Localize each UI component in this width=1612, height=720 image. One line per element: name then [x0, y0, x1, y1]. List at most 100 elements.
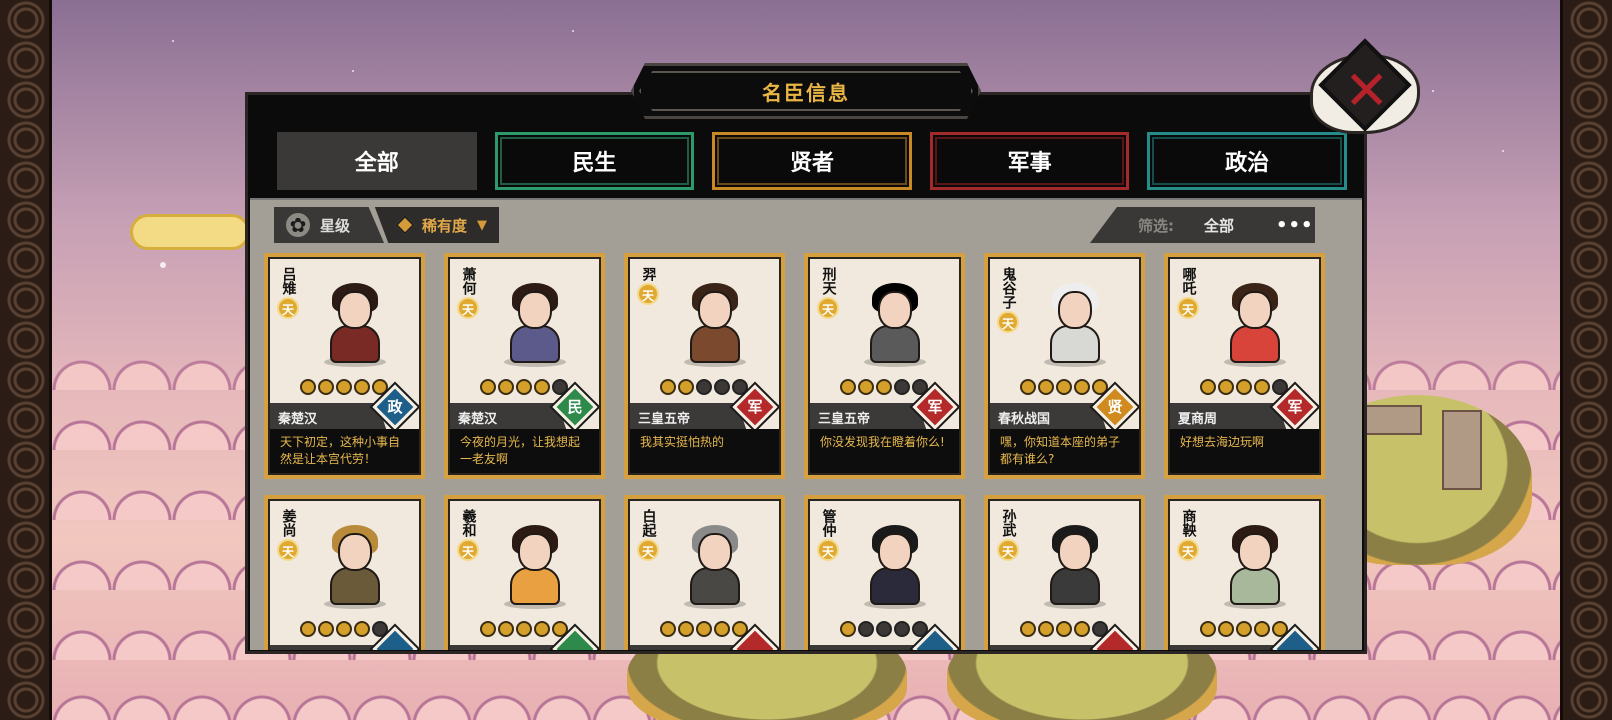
rating-star-icon	[318, 379, 334, 395]
sort-by-rarity-button[interactable]: 稀有度 ▼	[374, 207, 500, 243]
tier-badge: 天	[817, 539, 839, 561]
card-face: 管仲 天	[808, 499, 961, 650]
minister-name-text: 鬼谷子	[1000, 267, 1017, 309]
category-badge-text: 民	[567, 398, 583, 416]
star-sparkle	[172, 40, 174, 42]
minister-name-text: 刑天	[820, 267, 837, 295]
minister-name: 羲和 天	[457, 509, 479, 561]
minister-card[interactable]: 刑天 天 三皇五帝 军 你没发现我在瞪着你么!	[804, 253, 965, 479]
tab-livelihood[interactable]: 民生	[494, 132, 695, 190]
minister-portrait	[314, 273, 396, 367]
close-icon[interactable]: ✕	[1344, 64, 1389, 118]
minister-card[interactable]: 吕雉 天 秦楚汉 政 天下初定，这种小事自然是让本宫代劳！	[264, 253, 425, 479]
rating-star-icon	[1236, 379, 1252, 395]
rating-star-icon	[1254, 621, 1270, 637]
rating-star-icon	[300, 379, 316, 395]
rating-star-icon	[876, 379, 892, 395]
portrait-body	[1050, 325, 1100, 363]
sort-bar: ✿ 星级 稀有度 ▼	[274, 207, 500, 243]
minister-name-text: 孙武	[1000, 509, 1017, 537]
more-options-icon[interactable]: •••	[1276, 215, 1314, 236]
portrait-body	[690, 567, 740, 605]
category-badge-text	[562, 636, 588, 650]
close-button[interactable]: ✕	[1310, 38, 1428, 144]
tab-military[interactable]: 军事	[929, 132, 1130, 190]
rating-star-icon	[696, 621, 712, 637]
rating-star-icon	[714, 379, 730, 395]
minister-name: 姜尚 天	[277, 509, 299, 561]
minister-card[interactable]: 管仲 天	[804, 495, 965, 650]
star-rating	[1020, 621, 1108, 637]
category-badge-text	[1102, 636, 1128, 650]
minister-card[interactable]: 羲和 天	[444, 495, 605, 650]
rating-star-icon	[678, 621, 694, 637]
star-sparkle	[572, 30, 574, 32]
rating-star-icon	[336, 379, 352, 395]
filter-label: 筛选:	[1138, 216, 1174, 235]
tab-all[interactable]: 全部	[277, 132, 477, 190]
minister-card[interactable]: 孙武 天	[984, 495, 1145, 650]
panel-title: 名臣信息	[762, 80, 850, 105]
card-face: 羿 天 三皇五帝 军 我其实挺怕热的	[628, 257, 781, 475]
card-face: 萧何 天 秦楚汉 民 今夜的月光，让我想起一老友啊	[448, 257, 601, 475]
golden-cloud	[130, 214, 250, 250]
portrait-head	[518, 291, 552, 329]
rating-star-icon	[1056, 379, 1072, 395]
caret-down-icon: ▼	[477, 217, 488, 233]
minister-name-text: 羿	[640, 267, 657, 281]
category-badge-text: 军	[927, 398, 943, 416]
rating-star-icon	[1074, 621, 1090, 637]
rating-star-icon	[498, 379, 514, 395]
sort-by-star-button[interactable]: ✿ 星级	[274, 207, 385, 243]
minister-name: 鬼谷子 天	[997, 267, 1019, 333]
rating-star-icon	[714, 621, 730, 637]
rating-star-icon	[516, 379, 532, 395]
category-tabs: 全部 民生 贤者 军事 政治	[277, 132, 1347, 190]
minister-name-text: 白起	[640, 509, 657, 537]
portrait-body	[690, 325, 740, 363]
tier-badge: 天	[1177, 539, 1199, 561]
minister-card[interactable]: 羿 天 三皇五帝 军 我其实挺怕热的	[624, 253, 785, 479]
minister-quote: 你没发现我在瞪着你么!	[810, 429, 959, 473]
star-rating	[840, 621, 928, 637]
category-badge-text	[922, 636, 948, 650]
island-tower	[1442, 410, 1482, 490]
rating-star-icon	[1218, 379, 1234, 395]
rating-star-icon	[1020, 621, 1036, 637]
sort-star-label: 星级	[320, 216, 351, 235]
star-rating	[1200, 621, 1288, 637]
category-badge-text	[742, 636, 768, 650]
minister-name-text: 姜尚	[280, 509, 297, 537]
rating-star-icon	[1074, 379, 1090, 395]
star-sparkle	[1432, 90, 1434, 92]
star-rating	[660, 379, 748, 395]
card-face: 刑天 天 三皇五帝 军 你没发现我在瞪着你么!	[808, 257, 961, 475]
minister-quote: 天下初定，这种小事自然是让本宫代劳！	[270, 429, 419, 473]
minister-card[interactable]: 白起 天	[624, 495, 785, 650]
tab-sage[interactable]: 贤者	[712, 132, 912, 190]
star-sparkle	[1502, 150, 1504, 152]
portrait-head	[338, 291, 372, 329]
rating-star-icon	[480, 379, 496, 395]
minister-card[interactable]: 姜尚 天	[264, 495, 425, 650]
minister-card[interactable]: 商鞅 天	[1164, 495, 1325, 650]
minister-card[interactable]: 萧何 天 秦楚汉 民 今夜的月光，让我想起一老友啊	[444, 253, 605, 479]
minister-card[interactable]: 哪吒 天 夏商周 军 好想去海边玩啊	[1164, 253, 1325, 479]
star-rating	[840, 379, 928, 395]
filter-bar[interactable]: 筛选: 全部 •••	[1090, 207, 1315, 243]
right-border-ornament	[1560, 0, 1612, 720]
portrait-head	[698, 533, 732, 571]
rating-star-icon	[534, 621, 550, 637]
minister-portrait	[1214, 273, 1296, 367]
tier-badge: 天	[997, 539, 1019, 561]
rating-star-icon	[840, 379, 856, 395]
minister-name: 管仲 天	[817, 509, 839, 561]
minister-name: 羿 天	[637, 267, 659, 305]
minister-card-grid: 吕雉 天 秦楚汉 政 天下初定，这种小事自然是让本宫代劳！ 萧何 天 秦楚汉 民…	[264, 253, 1325, 650]
rating-star-icon	[1200, 379, 1216, 395]
minister-card[interactable]: 鬼谷子 天 春秋战国 贤 嘿，你知道本座的弟子都有谁么?	[984, 253, 1145, 479]
minister-name-text: 管仲	[820, 509, 837, 537]
portrait-head	[1058, 533, 1092, 571]
rating-star-icon	[1038, 621, 1054, 637]
minister-portrait	[674, 515, 756, 609]
